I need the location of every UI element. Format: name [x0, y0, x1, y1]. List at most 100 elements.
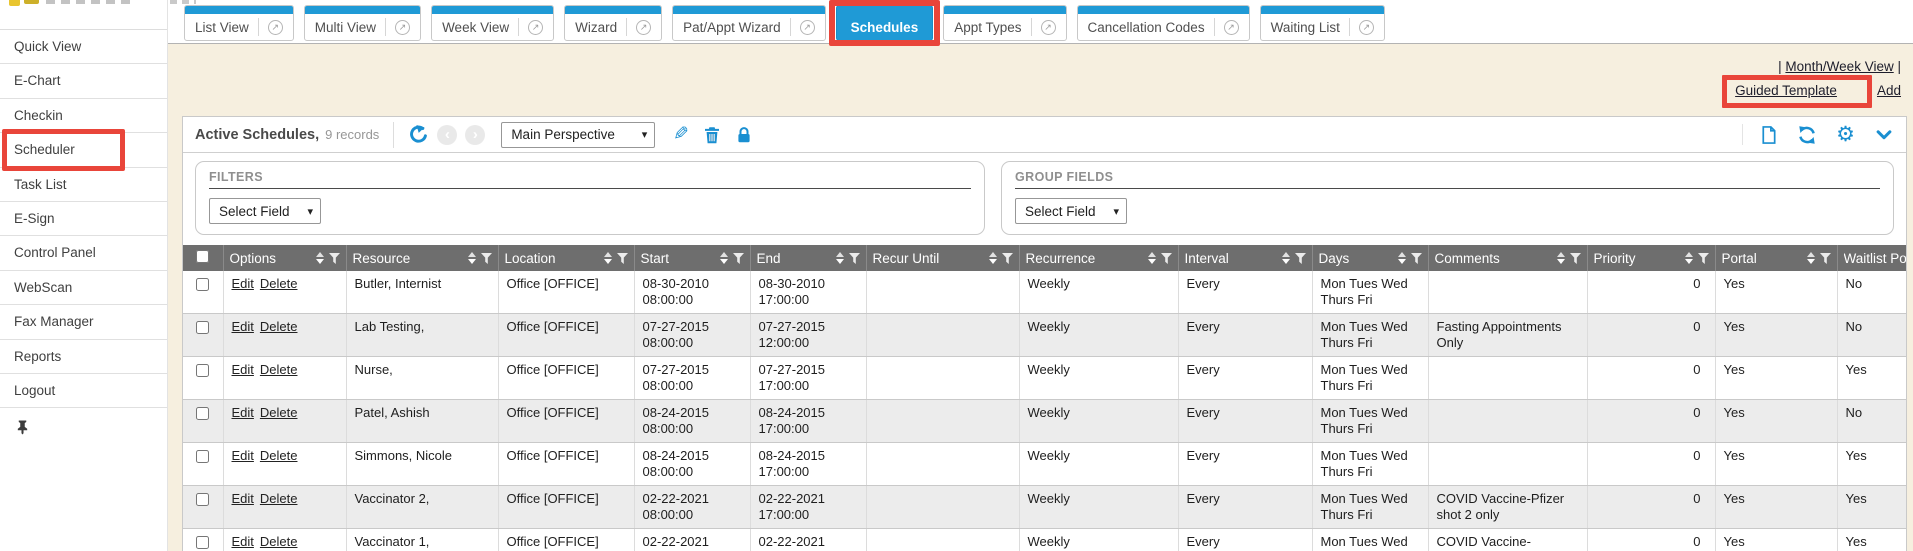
perspective-select[interactable]: Main Perspective ▾ — [501, 122, 655, 148]
edit-link[interactable]: Edit — [232, 491, 254, 506]
col-priority[interactable]: Priority — [1587, 245, 1715, 271]
sort-icon[interactable] — [836, 252, 844, 264]
col-recur-until[interactable]: Recur Until — [866, 245, 1019, 271]
prev-icon[interactable]: ‹ — [437, 125, 457, 145]
sidebar-item-webscan[interactable]: WebScan — [0, 271, 167, 305]
col-location[interactable]: Location — [498, 245, 634, 271]
undo-icon[interactable] — [408, 124, 429, 145]
delete-link[interactable]: Delete — [260, 534, 298, 549]
col-recurrence[interactable]: Recurrence — [1019, 245, 1178, 271]
delete-link[interactable]: Delete — [260, 362, 298, 377]
open-external-icon[interactable]: ↗ — [626, 18, 651, 36]
filter-funnel-icon[interactable] — [1161, 253, 1172, 264]
open-external-icon[interactable]: ↗ — [790, 18, 815, 36]
open-external-icon[interactable]: ↗ — [258, 18, 283, 36]
sort-icon[interactable] — [1398, 252, 1406, 264]
open-external-icon[interactable]: ↗ — [385, 18, 410, 36]
edit-link[interactable]: Edit — [232, 362, 254, 377]
gear-icon[interactable]: ⚙ — [1836, 124, 1855, 145]
group-fields-select[interactable]: Select Field ▾ — [1015, 198, 1127, 224]
col-start[interactable]: Start — [634, 245, 750, 271]
open-external-icon[interactable]: ↗ — [1214, 18, 1239, 36]
sort-icon[interactable] — [468, 252, 476, 264]
filter-funnel-icon[interactable] — [1411, 253, 1422, 264]
tab-schedules[interactable]: Schedules — [836, 5, 934, 41]
sidebar-item-e-sign[interactable]: E-Sign — [0, 202, 167, 236]
pushpin-icon[interactable] — [15, 419, 30, 435]
tab-cancellation-codes[interactable]: Cancellation Codes ↗ — [1077, 5, 1250, 41]
sort-icon[interactable] — [316, 252, 324, 264]
month-week-view-link[interactable]: Month/Week View — [1785, 59, 1893, 74]
col-portal[interactable]: Portal — [1715, 245, 1837, 271]
sidebar-item-logout[interactable]: Logout — [0, 374, 167, 408]
col-days[interactable]: Days — [1312, 245, 1428, 271]
tab-appt-types[interactable]: Appt Types ↗ — [943, 5, 1066, 41]
edit-link[interactable]: Edit — [232, 534, 254, 549]
select-all-checkbox[interactable] — [196, 250, 209, 263]
open-external-icon[interactable]: ↗ — [518, 18, 543, 36]
edit-link[interactable]: Edit — [232, 276, 254, 291]
row-checkbox[interactable] — [196, 407, 209, 420]
sidebar-item-checkin[interactable]: Checkin — [0, 99, 167, 133]
col-interval[interactable]: Interval — [1178, 245, 1312, 271]
sidebar-item-e-chart[interactable]: E-Chart — [0, 64, 167, 98]
filter-funnel-icon[interactable] — [1698, 253, 1709, 264]
sidebar-item-task-list[interactable]: Task List — [0, 168, 167, 202]
tab-list-view[interactable]: List View ↗ — [184, 5, 294, 41]
sort-icon[interactable] — [1685, 252, 1693, 264]
edit-link[interactable]: Edit — [232, 448, 254, 463]
delete-link[interactable]: Delete — [260, 448, 298, 463]
row-checkbox[interactable] — [196, 536, 209, 549]
filters-field-select[interactable]: Select Field ▾ — [209, 198, 321, 224]
trash-icon[interactable] — [703, 126, 721, 144]
col-waitlist-portal[interactable]: Waitlist Po — [1837, 245, 1906, 271]
filter-funnel-icon[interactable] — [849, 253, 860, 264]
tab-wizard[interactable]: Wizard ↗ — [564, 5, 662, 41]
sidebar-item-control-panel[interactable]: Control Panel — [0, 236, 167, 270]
sort-icon[interactable] — [989, 252, 997, 264]
edit-link[interactable]: Edit — [232, 405, 254, 420]
tab-week-view[interactable]: Week View ↗ — [431, 5, 554, 41]
refresh-icon[interactable] — [1797, 125, 1817, 145]
row-checkbox[interactable] — [196, 321, 209, 334]
col-resource[interactable]: Resource — [346, 245, 498, 271]
delete-link[interactable]: Delete — [260, 276, 298, 291]
sidebar-item-quick-view[interactable]: Quick View — [0, 30, 167, 64]
sidebar-item-scheduler[interactable]: Scheduler — [0, 133, 167, 167]
filter-funnel-icon[interactable] — [733, 253, 744, 264]
filter-funnel-icon[interactable] — [1295, 253, 1306, 264]
guided-template-link[interactable]: Guided Template — [1735, 83, 1837, 98]
sidebar-item-reports[interactable]: Reports — [0, 340, 167, 374]
tab-multi-view[interactable]: Multi View ↗ — [304, 5, 421, 41]
delete-link[interactable]: Delete — [260, 491, 298, 506]
sort-icon[interactable] — [1282, 252, 1290, 264]
row-checkbox[interactable] — [196, 278, 209, 291]
filter-funnel-icon[interactable] — [329, 253, 340, 264]
add-link[interactable]: Add — [1877, 83, 1901, 98]
open-external-icon[interactable]: ↗ — [1349, 18, 1374, 36]
sort-icon[interactable] — [720, 252, 728, 264]
lock-icon[interactable] — [735, 126, 753, 144]
filter-funnel-icon[interactable] — [1002, 253, 1013, 264]
sort-icon[interactable] — [604, 252, 612, 264]
tab-waiting-list[interactable]: Waiting List ↗ — [1260, 5, 1385, 41]
edit-link[interactable]: Edit — [232, 319, 254, 334]
delete-link[interactable]: Delete — [260, 319, 298, 334]
filter-funnel-icon[interactable] — [1570, 253, 1581, 264]
filter-funnel-icon[interactable] — [1820, 253, 1831, 264]
col-end[interactable]: End — [750, 245, 866, 271]
row-checkbox[interactable] — [196, 493, 209, 506]
edit-pencil-icon[interactable]: ✎ — [673, 125, 689, 144]
row-checkbox[interactable] — [196, 364, 209, 377]
row-checkbox[interactable] — [196, 450, 209, 463]
collapse-chevron-icon[interactable] — [1874, 126, 1894, 144]
filter-funnel-icon[interactable] — [617, 253, 628, 264]
sidebar-item-fax-manager[interactable]: Fax Manager — [0, 305, 167, 339]
tab-pat-appt-wizard[interactable]: Pat/Appt Wizard ↗ — [672, 5, 826, 41]
col-comments[interactable]: Comments — [1428, 245, 1587, 271]
delete-link[interactable]: Delete — [260, 405, 298, 420]
new-document-icon[interactable] — [1759, 125, 1778, 145]
col-options[interactable]: Options — [223, 245, 346, 271]
sort-icon[interactable] — [1557, 252, 1565, 264]
sort-icon[interactable] — [1148, 252, 1156, 264]
